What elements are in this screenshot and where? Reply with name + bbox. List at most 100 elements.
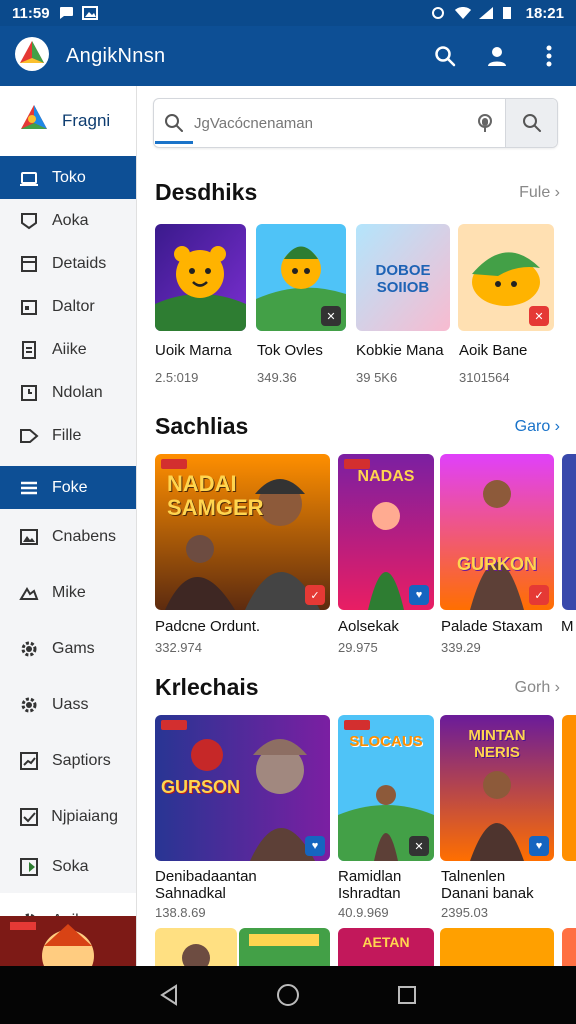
cloud-icon [18, 582, 40, 604]
sidebar-promo-banner[interactable] [0, 916, 136, 966]
card-subtitle: 2.5:019 [155, 370, 199, 385]
search-submit-button[interactable] [505, 99, 557, 147]
home-icon[interactable] [276, 983, 300, 1007]
sidebar-item-soka[interactable]: Soka [0, 845, 136, 889]
voice-search-icon[interactable] [465, 112, 505, 134]
sidebar-item-fille[interactable]: Fille [0, 414, 136, 457]
sidebar-item-label: Soka [52, 858, 89, 875]
signal-icon [478, 6, 494, 20]
badge-icon: ✕ [321, 306, 341, 326]
picture-icon [18, 526, 40, 548]
sidebar-item-cnabens[interactable]: Cnabens [0, 509, 136, 565]
sidebar-item-aiike[interactable]: Aiike [0, 328, 136, 371]
app-logo-icon[interactable] [14, 36, 50, 77]
search-input[interactable]: JgVacócnenaman [194, 115, 465, 132]
card-subtitle: 138.8.69 [155, 905, 206, 920]
game-tile-partial[interactable] [562, 928, 576, 966]
badge-icon: ♥ [409, 585, 429, 605]
app-tile[interactable]: DOBOE SOIIOB [356, 224, 450, 331]
card-subtitle: 332.974 [155, 640, 202, 655]
sidebar-item-label: Gams [52, 640, 95, 657]
sidebar-item-uass[interactable]: Uass [0, 677, 136, 733]
chat-icon [58, 6, 74, 20]
sidebar-item-foke[interactable]: Foke [0, 466, 136, 509]
document-icon [18, 339, 40, 361]
badge-icon: ✓ [305, 585, 325, 605]
tile-logo-text: GURKON [457, 554, 537, 574]
card-title: Padcne Ordunt. [155, 618, 261, 635]
sidebar-item-toko[interactable]: Toko [0, 156, 136, 199]
game-tile[interactable]: AETAN [338, 928, 434, 966]
search-icon[interactable] [432, 43, 458, 69]
menu-icon [18, 477, 40, 499]
sidebar-item-detaids[interactable]: Detaids [0, 242, 136, 285]
badge-icon: ✕ [409, 836, 429, 856]
sidebar-item-gams[interactable]: Gams [0, 621, 136, 677]
game-tile[interactable]: GURKON ✓ [440, 454, 554, 610]
calendar-icon [18, 296, 40, 318]
sidebar-item-aoka[interactable]: Aoka [0, 199, 136, 242]
tile-logo-text: NADAS [357, 468, 415, 485]
sidebar-item-label: Fille [52, 426, 82, 444]
gear-icon [18, 638, 40, 660]
sidebar-item-mike[interactable]: Mike [0, 565, 136, 621]
badge-icon: ♥ [305, 836, 325, 856]
sidebar-item-label: Foke [52, 478, 88, 496]
tag-icon [161, 720, 187, 730]
app-tile[interactable]: ✕ [458, 224, 554, 331]
sidebar-item-ndolan[interactable]: Ndolan [0, 371, 136, 414]
sidebar-item-daltor[interactable]: Daltor [0, 285, 136, 328]
tile-logo-text: AETAN [362, 934, 410, 950]
game-tile[interactable]: MINTAN NERIS ♥ [440, 715, 554, 861]
sidebar-nav: Toko Aoka Detaids Daltor Aiike Ndolan Fille Fok… [0, 156, 136, 949]
more-vert-icon[interactable] [536, 43, 562, 69]
game-tile-partial[interactable] [562, 715, 576, 861]
store-icon [18, 167, 40, 189]
game-tile[interactable]: SLOCAUS ✕ [338, 715, 434, 861]
sidebar-item-label: Aiike [52, 340, 87, 358]
app-tile[interactable]: ✕ [256, 224, 346, 331]
section-more-link[interactable]: Garo › [515, 418, 560, 436]
badge-icon: ♥ [529, 836, 549, 856]
game-tile[interactable]: NADAS ♥ [338, 454, 434, 610]
search-field-icon [154, 113, 194, 133]
gear-icon [18, 694, 40, 716]
app-tile[interactable] [155, 224, 246, 331]
main-content: JgVacócnenaman Desdhiks Fule › ✕ DOBOE S… [137, 86, 576, 966]
search-bar[interactable]: JgVacócnenaman [153, 98, 558, 148]
section-title: Desdhiks [155, 179, 258, 205]
alarm-icon [430, 6, 446, 20]
sidebar-item-saptiors[interactable]: Saptiors [0, 733, 136, 789]
tile-logo-text: SLOCAUS [349, 733, 423, 750]
game-tile[interactable]: GURSON ♥ [155, 715, 330, 861]
card-subtitle: 40.9.969 [338, 905, 389, 920]
check-icon [18, 806, 39, 828]
card-title: Kobkie Mana [356, 342, 444, 359]
game-tile[interactable] [239, 928, 330, 966]
system-nav-bar [0, 966, 576, 1024]
chart-icon [18, 750, 40, 772]
badge-icon: ✓ [529, 585, 549, 605]
status-bar: 11:59 18:21 [0, 0, 576, 26]
sidebar-item-label: Toko [52, 168, 86, 186]
section-more-link[interactable]: Fule › [519, 184, 560, 202]
back-icon[interactable] [159, 984, 179, 1006]
section-more-link[interactable]: Gorh › [515, 679, 560, 697]
card-title-line2: Sahnadkal [155, 885, 226, 902]
game-tile[interactable] [440, 928, 554, 966]
recents-icon[interactable] [397, 985, 417, 1005]
sidebar-account[interactable]: Fragni [0, 86, 136, 156]
list-icon [18, 253, 40, 275]
status-time: 11:59 [12, 4, 50, 22]
sidebar-item-label: Njpiaiang [51, 808, 118, 825]
sidebar-item-label: Daltor [52, 297, 95, 315]
game-tile[interactable] [155, 928, 237, 966]
sidebar-item-njpiaiang[interactable]: Njpiaiang [0, 789, 136, 845]
tile-logo-text: MINTAN NERIS [468, 727, 526, 761]
sidebar-item-label: Mike [52, 584, 86, 601]
game-tile-partial[interactable] [562, 454, 576, 610]
game-tile[interactable]: NADAI SAMGER ✓ [155, 454, 330, 610]
app-bar: AngikNnsn [0, 26, 576, 86]
sidebar: Fragni Toko Aoka Detaids Daltor Aiike Ndolan F… [0, 86, 137, 966]
account-icon[interactable] [484, 43, 510, 69]
